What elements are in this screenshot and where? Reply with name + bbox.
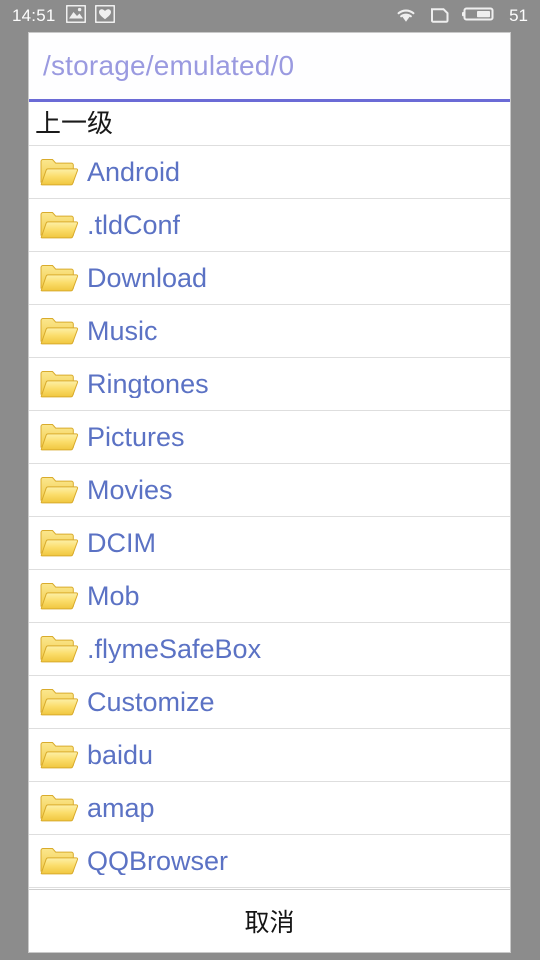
folder-name-label: DCIM	[87, 529, 156, 557]
list-item[interactable]: Ringtones	[29, 358, 510, 411]
folder-name-label: .tldConf	[87, 211, 181, 239]
cancel-button-label: 取消	[244, 908, 295, 937]
folder-name-label: amap	[87, 794, 155, 822]
folder-name-label: .flymeSafeBox	[87, 635, 262, 663]
folder-icon	[37, 207, 81, 243]
folder-icon	[37, 472, 81, 508]
list-item[interactable]: amap	[29, 782, 510, 835]
folder-icon	[37, 790, 81, 826]
list-item[interactable]: .flymeSafeBox	[29, 623, 510, 676]
list-item[interactable]: Download	[29, 252, 510, 305]
folder-icon	[37, 525, 81, 561]
list-item[interactable]: Mob	[29, 570, 510, 623]
folder-name-label: Android	[87, 158, 181, 186]
directory-list[interactable]: 上一级 Android .tldConf Download Music Ring…	[29, 102, 510, 889]
list-item[interactable]: baidu	[29, 729, 510, 782]
folder-icon	[37, 737, 81, 773]
list-item[interactable]: DCIM	[29, 517, 510, 570]
list-item[interactable]: Android	[29, 146, 510, 199]
list-item[interactable]: Movies	[29, 464, 510, 517]
folder-name-label: Download	[87, 264, 208, 292]
folder-icon	[37, 366, 81, 402]
status-bar-clock: 14:51	[12, 6, 56, 25]
folder-name-label: Customize	[87, 688, 215, 716]
folder-icon	[37, 313, 81, 349]
folder-name-label: Music	[87, 317, 158, 345]
folder-name-label: Movies	[87, 476, 173, 504]
folder-icon	[37, 419, 81, 455]
folder-name-label: QQBrowser	[87, 847, 229, 875]
status-bar: 14:51 51	[0, 0, 540, 32]
wifi-icon	[394, 5, 418, 28]
folder-name-label: baidu	[87, 741, 154, 769]
folder-icon	[37, 684, 81, 720]
heart-badge-icon	[94, 4, 116, 28]
sim-card-icon	[428, 5, 452, 28]
folder-name-label: Mob	[87, 582, 140, 610]
list-item[interactable]: Customize	[29, 676, 510, 729]
folder-icon	[37, 578, 81, 614]
path-input-value: /storage/emulated/0	[43, 50, 295, 81]
list-item-parent-directory[interactable]: 上一级	[29, 102, 510, 146]
list-item[interactable]: Pictures	[29, 411, 510, 464]
battery-icon	[462, 5, 496, 28]
folder-icon	[37, 843, 81, 879]
list-item[interactable]: QQBrowser	[29, 835, 510, 888]
folder-icon	[37, 260, 81, 296]
file-picker-dialog: /storage/emulated/0 上一级 Android .tldConf…	[28, 32, 511, 953]
parent-directory-label: 上一级	[35, 110, 114, 137]
status-bar-notification-icons	[65, 4, 116, 28]
list-item[interactable]: Music	[29, 305, 510, 358]
folder-icon	[37, 154, 81, 190]
list-item[interactable]: .tldConf	[29, 199, 510, 252]
folder-icon	[37, 631, 81, 667]
image-icon	[65, 4, 87, 28]
battery-percent-label: 51	[509, 6, 528, 25]
status-bar-system-icons: 51	[394, 5, 528, 28]
folder-name-label: Ringtones	[87, 370, 209, 398]
cancel-button[interactable]: 取消	[29, 889, 510, 952]
folder-name-label: Pictures	[87, 423, 185, 451]
path-input-field[interactable]: /storage/emulated/0	[29, 33, 510, 102]
